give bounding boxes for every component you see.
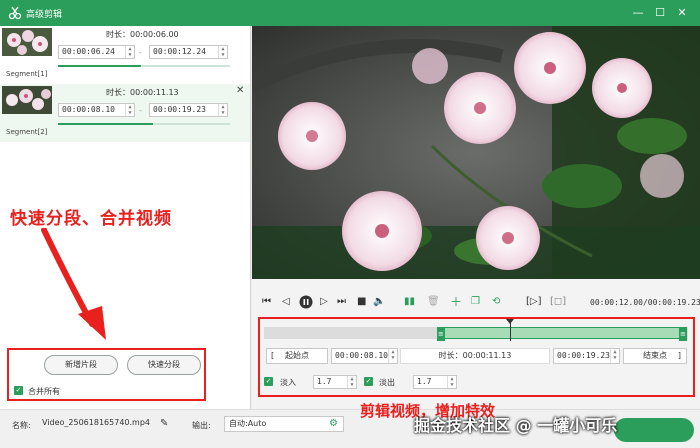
spinner-icon[interactable]: ▲ ▼: [218, 104, 227, 116]
trim-duration: 时长：00:00:11.13: [400, 348, 550, 364]
spinner-icon[interactable]: ▲ ▼: [347, 376, 356, 388]
segment-end-value: 00:00:19.23: [153, 105, 206, 114]
range-dash: -: [139, 106, 142, 115]
bracket-right-icon: ]: [677, 351, 681, 360]
settings-gear-icon[interactable]: ⚙: [329, 417, 338, 431]
trim-duration-label: 时长：00:00:11.13: [438, 351, 512, 360]
title-bar: 高级剪辑 — ☐ ✕: [0, 0, 700, 26]
video-preview[interactable]: [252, 26, 700, 279]
set-start-label: 起始点: [285, 351, 309, 360]
playhead[interactable]: [509, 321, 511, 341]
trim-start-handle[interactable]: ≡: [436, 327, 445, 341]
name-label: 名称:: [12, 421, 31, 430]
segment-progress: [58, 65, 230, 67]
trim-end-field[interactable]: 00:00:19.23 ▲ ▼: [553, 348, 620, 364]
fade-in-field[interactable]: 1.7 ▲ ▼: [313, 375, 357, 389]
trim-start-value: 00:00:08.10: [335, 351, 388, 360]
step-back-icon[interactable]: ◁: [282, 296, 290, 308]
pause-icon[interactable]: [299, 295, 313, 309]
window-title: 高级剪辑: [26, 10, 63, 20]
rotate-icon[interactable]: ⟲: [492, 296, 500, 308]
copy-icon[interactable]: ❐: [471, 296, 480, 308]
spinner-icon[interactable]: ▲ ▼: [218, 46, 227, 58]
range-dash: -: [139, 48, 142, 57]
fade-in-label: 淡入: [280, 378, 296, 387]
segment-item[interactable]: Segment[1] 时长：00:00:06.00 00:00:06.24 ▲ ▼…: [0, 26, 250, 84]
segment-end-value: 00:00:12.24: [153, 47, 206, 56]
segment-end-field[interactable]: 00:00:12.24 ▲ ▼: [149, 45, 228, 59]
skip-start-icon[interactable]: ⏮: [262, 296, 271, 308]
spinner-icon[interactable]: ▲ ▼: [125, 104, 134, 116]
fade-out-value: 1.7: [417, 377, 432, 386]
fade-out-label: 淡出: [379, 378, 395, 387]
fade-out-field[interactable]: 1.7 ▲ ▼: [413, 375, 457, 389]
segment-start-value: 00:00:06.24: [62, 47, 115, 56]
step-forward-icon[interactable]: ▷: [320, 296, 328, 308]
trim-end-handle[interactable]: ≡: [678, 327, 687, 341]
aspect-icon[interactable]: [◻]: [550, 296, 566, 308]
minimize-icon[interactable]: —: [630, 5, 646, 21]
maximize-icon[interactable]: ☐: [652, 5, 668, 21]
merge-all-label: 合并所有: [28, 387, 60, 396]
fade-in-value: 1.7: [317, 377, 332, 386]
segment-label: Segment[2]: [6, 128, 48, 136]
segment-start-value: 00:00:08.10: [62, 105, 115, 114]
segment-start-field[interactable]: 00:00:06.24 ▲ ▼: [58, 45, 135, 59]
trim-selection[interactable]: ≡ ≡: [436, 327, 687, 341]
segment-thumbnail: [2, 86, 52, 114]
add-segment-button[interactable]: 新增片段: [44, 355, 118, 375]
annotation-left: 快速分段、合并视频: [10, 209, 172, 229]
volume-icon[interactable]: 🔈: [373, 296, 385, 308]
spinner-icon[interactable]: ▲ ▼: [610, 349, 619, 363]
set-start-button[interactable]: [ 起始点: [266, 348, 328, 364]
segment-start-field[interactable]: 00:00:08.10 ▲ ▼: [58, 103, 135, 117]
file-name-value: Video_250618165740.mp4: [42, 418, 150, 427]
file-name-field[interactable]: Video_250618165740.mp4: [38, 416, 156, 432]
quick-split-button[interactable]: 快速分段: [127, 355, 201, 375]
timecode: 00:00:12.00/00:00:19.23: [590, 298, 700, 307]
segment-progress: [58, 123, 230, 125]
merge-all-checkbox[interactable]: ✓: [14, 386, 23, 395]
edit-pencil-icon[interactable]: ✎: [160, 418, 168, 429]
export-button[interactable]: [614, 418, 694, 442]
segment-progress-fill: [58, 123, 153, 125]
bracket-left-icon: [: [271, 351, 275, 360]
split-icon[interactable]: ▮▮: [404, 296, 415, 308]
spinner-icon[interactable]: ▲ ▼: [125, 46, 134, 58]
scissors-logo-icon: [8, 6, 22, 20]
delete-icon[interactable]: 🗑: [427, 296, 440, 308]
output-label: 输出:: [192, 421, 211, 430]
annotation-arrow-icon: [41, 228, 106, 340]
segment-thumbnail: [2, 28, 52, 56]
fade-in-checkbox[interactable]: ✓: [264, 377, 273, 386]
segment-duration: 时长：00:00:06.00: [106, 30, 179, 39]
segment-end-field[interactable]: 00:00:19.23 ▲ ▼: [149, 103, 228, 117]
output-select[interactable]: 自动:Auto ⚙: [224, 416, 344, 432]
spinner-icon[interactable]: ▲ ▼: [388, 349, 397, 363]
set-end-button[interactable]: 结束点 ]: [623, 348, 687, 364]
segment-label: Segment[1]: [6, 70, 48, 78]
trim-start-field[interactable]: 00:00:08.10 ▲ ▼: [331, 348, 398, 364]
playhead-marker-icon[interactable]: [505, 319, 514, 324]
segment-progress-fill: [58, 65, 141, 67]
segment-item[interactable]: Segment[2] 时长：00:00:11.13 00:00:08.10 ▲ ▼…: [0, 84, 250, 142]
stop-icon[interactable]: ■: [357, 296, 366, 308]
trim-end-value: 00:00:19.23: [557, 351, 610, 360]
set-end-label: 结束点: [643, 351, 667, 360]
fade-out-checkbox[interactable]: ✓: [364, 377, 373, 386]
close-icon[interactable]: ✕: [674, 5, 690, 21]
watermark: 掘金技术社区 @ 一罐小可乐: [414, 416, 618, 435]
add-icon[interactable]: ＋: [450, 296, 462, 308]
close-icon[interactable]: ✕: [236, 85, 244, 96]
output-value: 自动:Auto: [229, 419, 267, 428]
skip-end-icon[interactable]: ⏭: [337, 296, 346, 308]
segment-duration: 时长：00:00:11.13: [106, 88, 179, 97]
trim-timeline[interactable]: ≡ ≡: [264, 327, 688, 341]
crop-icon[interactable]: [▷]: [526, 296, 542, 308]
spinner-icon[interactable]: ▲ ▼: [447, 376, 456, 388]
